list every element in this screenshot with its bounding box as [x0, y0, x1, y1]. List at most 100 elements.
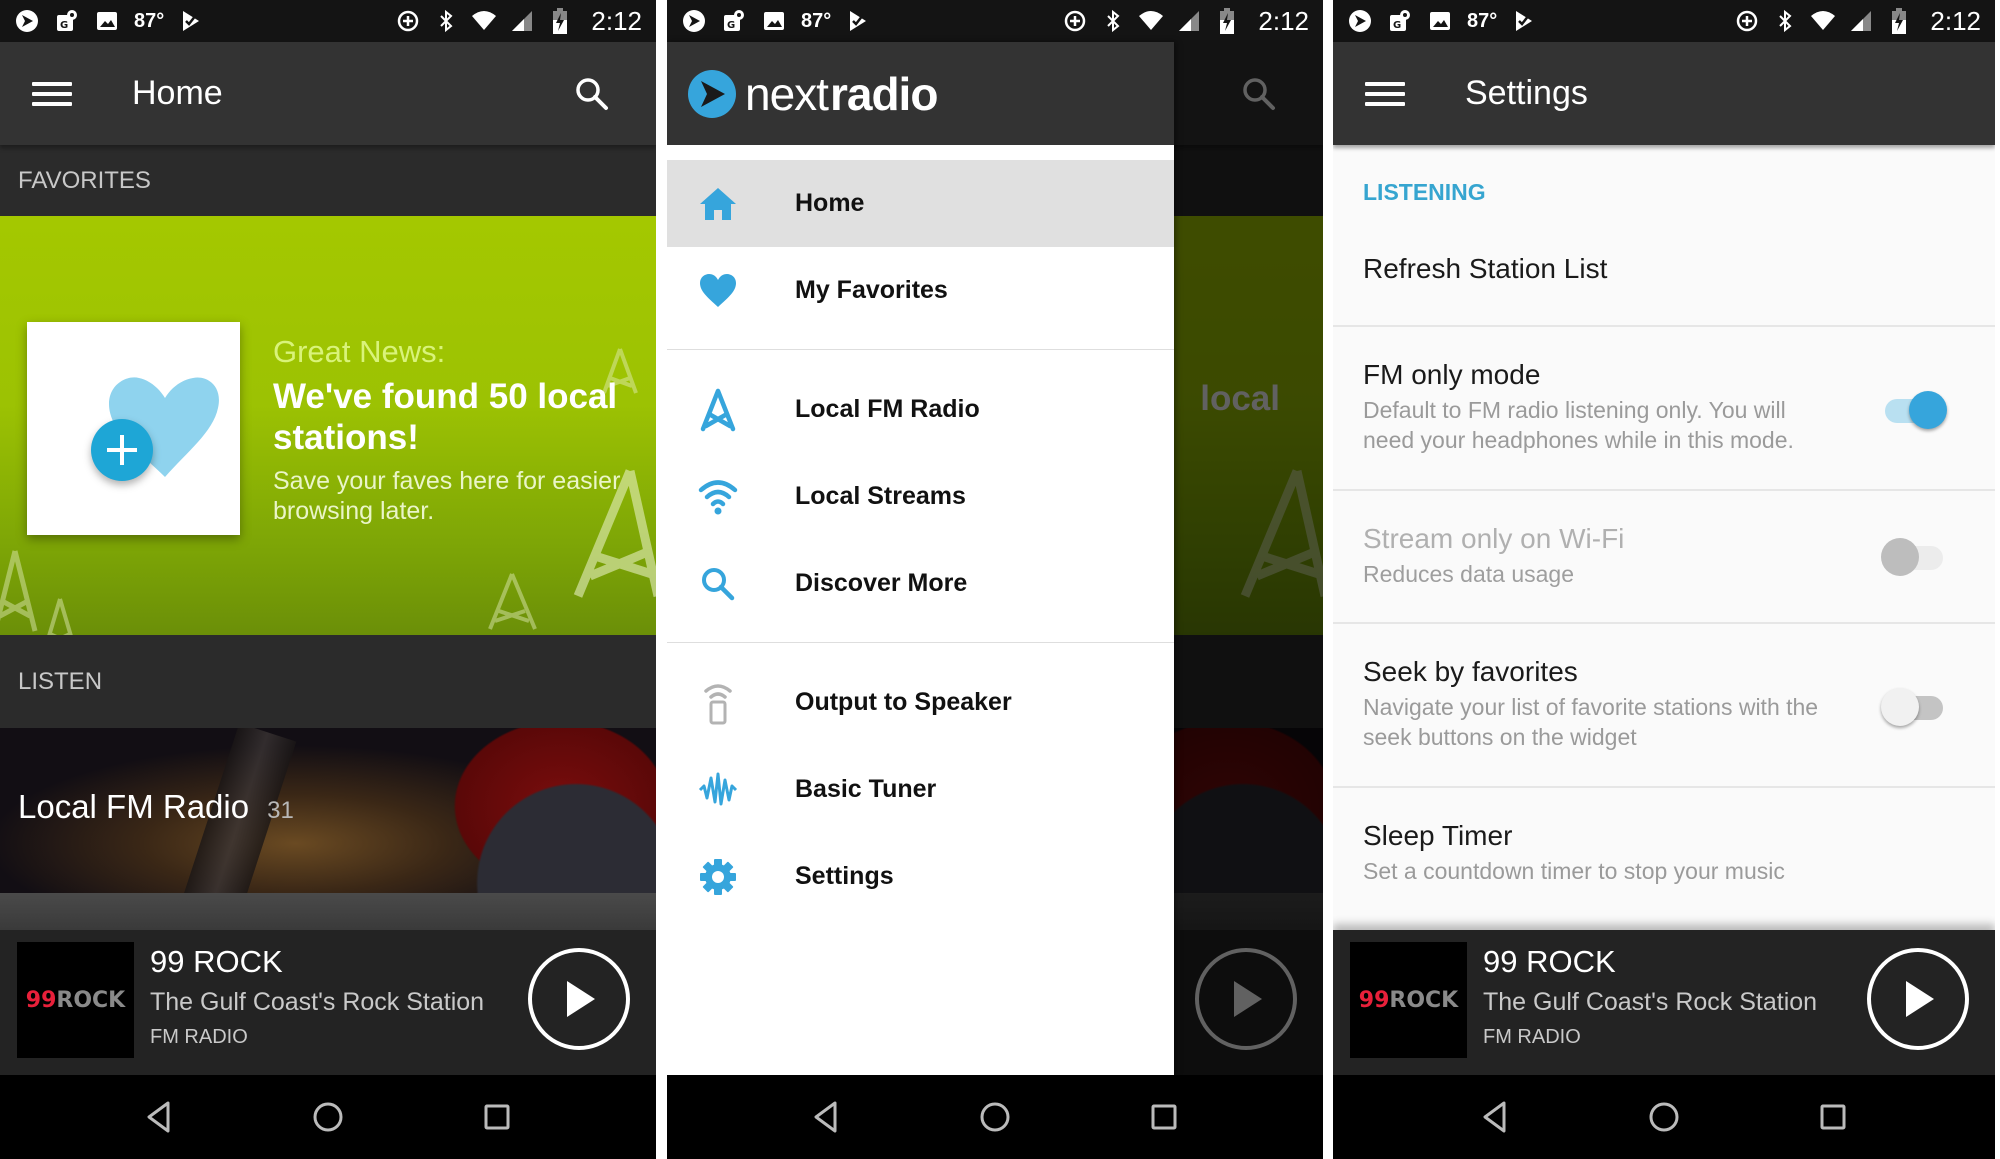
fm-only-mode-toggle[interactable] — [1885, 391, 1947, 429]
home-icon — [691, 177, 745, 231]
next-card-peek — [0, 893, 656, 930]
drawer-item-discover-more[interactable]: Discover More — [667, 540, 1174, 627]
nextradio-icon — [1347, 8, 1373, 34]
drawer-item-home[interactable]: Home — [667, 160, 1174, 247]
local-fm-radio-card[interactable]: Local FM Radio 31 — [0, 728, 656, 893]
home-circle-icon[interactable] — [306, 1095, 350, 1139]
setting-sleep-timer[interactable]: Sleep Timer Set a countdown timer to sto… — [1333, 788, 1995, 886]
data-saver-icon — [395, 8, 421, 34]
stream-only-on-wifi-toggle — [1881, 538, 1943, 576]
radio-tower-icon — [47, 598, 73, 635]
drawer-item-local-fm-radio[interactable]: Local FM Radio — [667, 366, 1174, 453]
navigation-drawer: next radio Home My Favorites Local FM Rad… — [667, 42, 1174, 1075]
search-icon — [691, 557, 745, 611]
settings-list: LISTENING Refresh Station List FM only m… — [1333, 145, 1995, 930]
back-icon[interactable] — [1473, 1095, 1517, 1139]
status-bar: G 87° 2:12 — [1333, 0, 1995, 42]
drawer-divider — [667, 349, 1174, 350]
home-circle-icon[interactable] — [1642, 1095, 1686, 1139]
setting-seek-by-favorites[interactable]: Seek by favorites Navigate your list of … — [1333, 624, 1995, 788]
status-bar: G 87° 2:12 — [0, 0, 656, 42]
system-nav-bar — [667, 1075, 1323, 1159]
station-name: 99 ROCK — [150, 944, 283, 979]
settings-screen: G 87° 2:12 Settings LISTENING Refresh St… — [1333, 0, 1995, 1159]
drawer-item-local-streams[interactable]: Local Streams — [667, 453, 1174, 540]
clock: 2:12 — [1930, 5, 1981, 36]
drawer-item-basic-tuner[interactable]: Basic Tuner — [667, 746, 1174, 833]
system-nav-bar — [0, 1075, 656, 1159]
bluetooth-icon — [1772, 8, 1798, 34]
wifi-icon — [1810, 8, 1836, 34]
listen-header: LISTEN — [0, 635, 656, 728]
radio-tower-icon — [691, 383, 745, 437]
hamburger-icon[interactable] — [32, 79, 72, 109]
wifi-icon — [471, 8, 497, 34]
play-button[interactable] — [1867, 948, 1969, 1050]
drawer-item-my-favorites[interactable]: My Favorites — [667, 247, 1174, 334]
system-nav-bar — [1333, 1075, 1995, 1159]
radio-tower-icon — [488, 573, 537, 630]
temperature: 87° — [801, 9, 832, 32]
banner-kicker: Great News: — [273, 334, 446, 369]
wifi-icon — [691, 470, 745, 524]
setting-refresh-station-list[interactable]: Refresh Station List — [1333, 225, 1995, 327]
add-icon[interactable] — [91, 419, 153, 481]
setting-fm-only-mode[interactable]: FM only mode Default to FM radio listeni… — [1333, 327, 1995, 491]
status-bar: G 87° 2:12 — [667, 0, 1323, 42]
favorites-header: FAVORITES — [0, 145, 656, 216]
favorites-card[interactable] — [27, 322, 240, 535]
seek-by-favorites-toggle[interactable] — [1881, 688, 1943, 726]
nextradio-icon — [688, 69, 736, 118]
app-toolbar: Settings — [1333, 42, 1995, 145]
settings-section-header: LISTENING — [1363, 179, 1486, 205]
maps-icon: G — [54, 8, 80, 34]
battery-charging-icon — [1886, 8, 1912, 34]
svg-text:G: G — [1393, 20, 1401, 31]
signal-icon — [1176, 8, 1202, 34]
station-source: FM RADIO — [1483, 1026, 1581, 1048]
mini-player[interactable]: 99 ROCK 99 ROCK The Gulf Coast's Rock Sta… — [0, 930, 656, 1075]
station-logo: 99 ROCK — [17, 942, 134, 1058]
check-flag-icon — [845, 8, 871, 34]
headphones-image — [396, 728, 656, 893]
signal-icon — [509, 8, 535, 34]
play-icon — [567, 981, 595, 1017]
battery-charging-icon — [547, 8, 573, 34]
battery-charging-icon — [1214, 8, 1240, 34]
home-screen: G 87° 2:12 Home FAVORITES Great News: We… — [0, 0, 656, 1159]
signal-icon — [1848, 8, 1874, 34]
station-name: 99 ROCK — [1483, 944, 1616, 979]
drawer-item-output-to-speaker[interactable]: Output to Speaker — [667, 659, 1174, 746]
clock: 2:12 — [1258, 5, 1309, 36]
home-circle-icon[interactable] — [973, 1095, 1017, 1139]
recents-icon[interactable] — [475, 1095, 519, 1139]
setting-stream-only-on-wifi: Stream only on Wi-Fi Reduces data usage — [1333, 491, 1995, 624]
back-icon[interactable] — [804, 1095, 848, 1139]
drawer-item-settings[interactable]: Settings — [667, 833, 1174, 920]
station-count: 31 — [267, 797, 294, 824]
temperature: 87° — [1467, 9, 1498, 32]
nextradio-icon — [14, 8, 40, 34]
station-tagline: The Gulf Coast's Rock Station — [1483, 988, 1818, 1016]
page-title: Settings — [1465, 74, 1588, 112]
recents-icon[interactable] — [1142, 1095, 1186, 1139]
nextradio-logo: next radio — [687, 67, 938, 121]
data-saver-icon — [1062, 8, 1088, 34]
maps-icon: G — [721, 8, 747, 34]
bluetooth-icon — [433, 8, 459, 34]
speaker-output-icon — [691, 676, 745, 730]
favorites-banner[interactable]: Great News: We've found 50 local station… — [0, 216, 656, 635]
play-button[interactable] — [528, 948, 630, 1050]
back-icon[interactable] — [137, 1095, 181, 1139]
data-saver-icon — [1734, 8, 1760, 34]
drawer-divider — [667, 642, 1174, 643]
check-flag-icon — [1511, 8, 1537, 34]
play-icon — [1906, 981, 1934, 1017]
station-source: FM RADIO — [150, 1026, 248, 1048]
mini-player[interactable]: 99 ROCK 99 ROCK The Gulf Coast's Rock Sta… — [1333, 930, 1995, 1075]
recents-icon[interactable] — [1811, 1095, 1855, 1139]
hamburger-icon[interactable] — [1365, 79, 1405, 109]
image-icon — [1427, 8, 1453, 34]
search-icon[interactable] — [572, 74, 612, 114]
wifi-icon — [1138, 8, 1164, 34]
